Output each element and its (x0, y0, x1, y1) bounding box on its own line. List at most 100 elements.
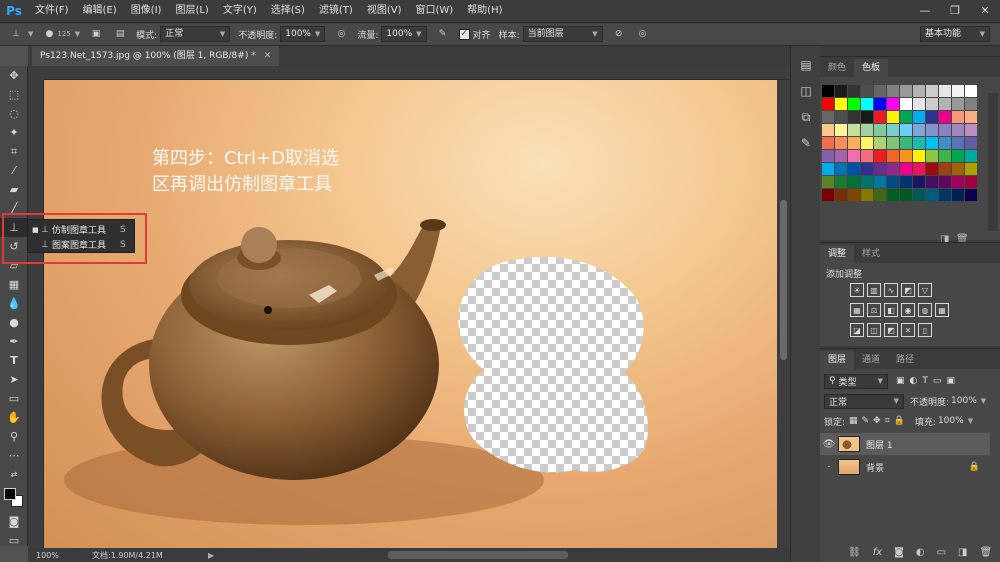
opacity-field[interactable]: 100% ▼ (280, 26, 326, 42)
swatch[interactable] (835, 124, 848, 137)
swatch[interactable] (822, 150, 835, 163)
menu-type[interactable]: 文字(Y) (216, 0, 264, 22)
swatch[interactable] (822, 137, 835, 150)
close-button[interactable]: ✕ (970, 0, 1000, 22)
swatch[interactable] (965, 111, 978, 124)
swatch[interactable] (887, 124, 900, 137)
swatch[interactable] (835, 111, 848, 124)
swatch[interactable] (913, 85, 926, 98)
tab-adjustments[interactable]: 调整 (820, 245, 855, 263)
clone-source-panel-button[interactable]: ⧉ (791, 104, 821, 130)
selective-color-icon[interactable]: ✕ (901, 323, 915, 337)
swatch[interactable] (861, 85, 874, 98)
swatch[interactable] (887, 163, 900, 176)
swatch[interactable] (835, 137, 848, 150)
swatch[interactable] (835, 176, 848, 189)
swatch[interactable] (939, 150, 952, 163)
swatch[interactable] (822, 189, 835, 202)
quick-mask-button[interactable]: ◙ (0, 512, 28, 531)
swatch[interactable] (848, 176, 861, 189)
menu-layer[interactable]: 图层(L) (168, 0, 215, 22)
swatch[interactable] (887, 189, 900, 202)
aligned-checkbox[interactable]: ✓ (458, 28, 470, 40)
swatch[interactable] (822, 98, 835, 111)
swatch[interactable] (926, 150, 939, 163)
menu-window[interactable]: 窗口(W) (408, 0, 460, 22)
toggle-brush-panel-button[interactable]: ▣ (88, 26, 104, 42)
gradient-tool[interactable]: ▦ (0, 275, 28, 294)
swatch[interactable] (965, 176, 978, 189)
minimize-button[interactable]: — (910, 0, 940, 22)
swatch[interactable] (874, 189, 887, 202)
swatch[interactable] (861, 111, 874, 124)
layer-name[interactable]: 背景 (866, 461, 884, 474)
tab-color[interactable]: 颜色 (820, 59, 854, 77)
swatch[interactable] (848, 98, 861, 111)
swatch[interactable] (822, 163, 835, 176)
swatch[interactable] (926, 111, 939, 124)
swatch[interactable] (822, 85, 835, 98)
properties-panel-button[interactable]: ◫ (791, 78, 821, 104)
exposure-icon[interactable]: ◩ (901, 283, 915, 297)
swatch[interactable] (848, 137, 861, 150)
new-layer-icon[interactable]: ◨ (958, 547, 967, 558)
swatch[interactable] (965, 150, 978, 163)
tab-layers[interactable]: 图层 (820, 351, 855, 369)
hand-tool[interactable]: ✋ (0, 408, 28, 427)
swatch[interactable] (913, 176, 926, 189)
type-tool[interactable]: T (0, 351, 28, 370)
gradient-map-icon[interactable]: ▯ (918, 323, 932, 337)
swatch[interactable] (887, 111, 900, 124)
screen-mode-button[interactable]: ▭ (0, 531, 28, 550)
menu-view[interactable]: 视图(V) (360, 0, 409, 22)
eye-icon[interactable]: 👁 (820, 439, 838, 450)
pen-tool[interactable]: ✒ (0, 332, 28, 351)
swatch[interactable] (900, 85, 913, 98)
swatch[interactable] (965, 124, 978, 137)
swatch[interactable] (926, 137, 939, 150)
swatch[interactable] (965, 98, 978, 111)
zoom-level[interactable]: 100% (28, 551, 88, 560)
flyout-item-pattern-stamp[interactable]: ⊥ 图案图章工具 S (28, 237, 134, 252)
swatch[interactable] (835, 163, 848, 176)
blend-mode-select[interactable]: 正常 ▼ (824, 393, 904, 409)
menu-select[interactable]: 选择(S) (264, 0, 312, 22)
swatch[interactable] (952, 98, 965, 111)
adjustment-layer-icon[interactable]: ◐ (916, 547, 925, 558)
vibrance-icon[interactable]: ▽ (918, 283, 932, 297)
flow-field[interactable]: 100% ▼ (381, 26, 427, 42)
fx-icon[interactable]: fx (873, 547, 882, 558)
document-tab[interactable]: Ps123.Net_1573.jpg @ 100% (图层 1, RGB/8#)… (32, 46, 280, 66)
swatch[interactable] (965, 85, 978, 98)
swatch[interactable] (887, 98, 900, 111)
close-icon[interactable]: ✕ (264, 46, 272, 66)
threshold-icon[interactable]: ◩ (884, 323, 898, 337)
swatch[interactable] (952, 137, 965, 150)
swatch[interactable] (913, 124, 926, 137)
posterize-icon[interactable]: ◫ (867, 323, 881, 337)
fill-value[interactable]: 100% (938, 416, 964, 426)
rectangle-tool[interactable]: ▭ (0, 389, 28, 408)
layer-name[interactable]: 图层 1 (866, 438, 893, 451)
swatch[interactable] (952, 189, 965, 202)
mask-icon[interactable]: ◙ (894, 547, 904, 558)
menu-filter[interactable]: 滤镜(T) (312, 0, 360, 22)
swatch[interactable] (939, 163, 952, 176)
swatch[interactable] (913, 163, 926, 176)
flyout-item-clone-stamp[interactable]: ■ ⊥ 仿制图章工具 S (28, 222, 134, 237)
color-balance-icon[interactable]: ⚖ (867, 303, 881, 317)
menu-help[interactable]: 帮助(H) (460, 0, 509, 22)
blur-tool[interactable]: 💧 (0, 294, 28, 313)
swatch[interactable] (835, 189, 848, 202)
swatch[interactable] (939, 85, 952, 98)
tab-channels[interactable]: 通道 (854, 351, 888, 369)
swatch[interactable] (887, 137, 900, 150)
layer-filter-select[interactable]: ⚲ 类型 ▼ (824, 373, 888, 389)
swatch[interactable] (848, 150, 861, 163)
swatch[interactable] (926, 98, 939, 111)
layer-opacity-value[interactable]: 100% (951, 396, 977, 406)
swatch[interactable] (861, 137, 874, 150)
swatch[interactable] (913, 189, 926, 202)
restore-button[interactable]: ❐ (940, 0, 970, 22)
swatch[interactable] (887, 176, 900, 189)
